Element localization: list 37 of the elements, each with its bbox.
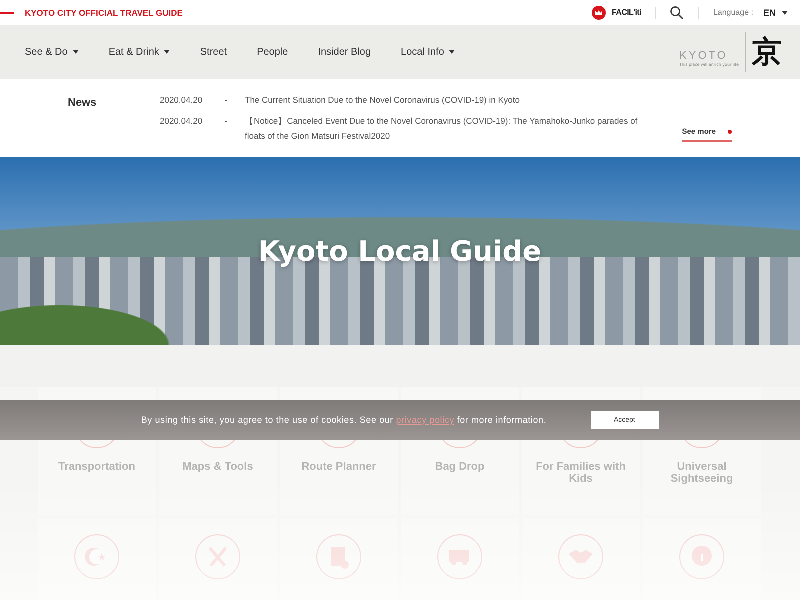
nav-item[interactable]: Insider Blog	[318, 46, 372, 58]
nav-item[interactable]: People	[257, 46, 288, 58]
news-dash: -	[225, 94, 229, 107]
news-date: 2020.04.20	[160, 115, 204, 128]
card-label: Universal Sightseeing	[670, 461, 734, 485]
news-dash: -	[225, 115, 229, 128]
caret-icon[interactable]	[449, 50, 456, 54]
caret-icon[interactable]	[164, 50, 170, 54]
news-heading: News	[68, 97, 98, 111]
news-link[interactable]: The Current Situation Due to the Novel Coronavirus (COVID-19) in Kyoto	[245, 93, 640, 108]
info-icon	[679, 534, 725, 580]
news-link[interactable]: 【Notice】Canceled Event Due to the Novel Coronavirus (COVID-19): The Yamahoko-Junko parades of floats of the Gion Matsuri Festival2020	[245, 114, 640, 144]
language-selector[interactable]: EN	[763, 8, 776, 18]
nav-item[interactable]: Eat & Drink	[108, 46, 160, 58]
logo-kanji: 京	[752, 34, 782, 72]
handshake-icon	[558, 534, 604, 580]
hero-title: Kyoto Local Guide	[258, 234, 542, 268]
facility-link[interactable]: FACIL'iti	[612, 8, 642, 17]
nav-item[interactable]: Street	[200, 46, 228, 58]
nav-item[interactable]: See & Do	[25, 46, 68, 58]
card-label: Bag Drop	[434, 461, 486, 473]
caret-icon[interactable]	[72, 50, 79, 54]
card-label: Maps & Tools	[182, 461, 254, 473]
crown-icon	[592, 6, 606, 20]
document-icon	[316, 534, 362, 580]
news-date: 2020.04.20	[160, 94, 204, 107]
search-icon[interactable]	[670, 6, 684, 20]
ambulance-icon	[437, 534, 483, 580]
crossed-cutlery-icon	[195, 534, 241, 580]
card-label: Transportation	[57, 461, 136, 473]
card-label: For Families with Kids	[535, 461, 627, 485]
site-title[interactable]: KYOTO CITY OFFICIAL TRAVEL GUIDE	[25, 8, 183, 18]
nav-item[interactable]: Local Info	[401, 46, 444, 58]
card-label: Route Planner	[300, 461, 378, 473]
caret-icon[interactable]	[782, 10, 788, 14]
logo-wordmark: KYOTO	[680, 50, 728, 62]
language-label: Language :	[713, 8, 754, 17]
